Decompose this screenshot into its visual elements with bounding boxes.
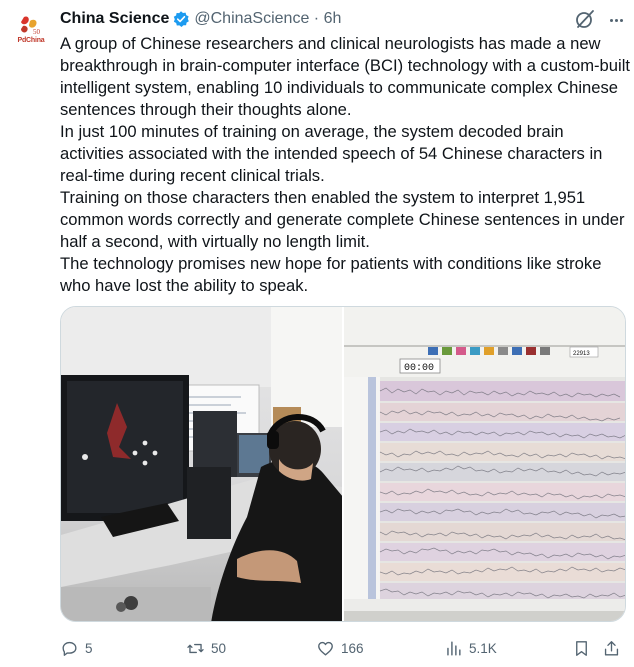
repost-count: 50 bbox=[211, 640, 227, 656]
bookmark-icon bbox=[576, 640, 587, 656]
author-name[interactable]: China Science bbox=[60, 10, 169, 28]
share-button[interactable] bbox=[602, 636, 621, 660]
repost-icon bbox=[187, 643, 204, 653]
action-bar: 5 50 166 5.1K bbox=[60, 636, 626, 660]
eeg-counter: 22913 bbox=[573, 351, 590, 357]
views-button[interactable]: 5.1K bbox=[444, 636, 497, 660]
repost-button[interactable]: 50 bbox=[186, 636, 226, 660]
tweet-paragraph: A group of Chinese researchers and clini… bbox=[60, 34, 630, 119]
tweet-paragraph: Training on those characters then enable… bbox=[60, 188, 625, 251]
timestamp[interactable]: 6h bbox=[324, 10, 342, 28]
tweet-text: A group of Chinese researchers and clini… bbox=[60, 33, 630, 297]
grok-icon[interactable] bbox=[574, 8, 596, 30]
more-icon[interactable] bbox=[606, 10, 626, 30]
reply-button[interactable]: 5 bbox=[60, 636, 93, 660]
avatar[interactable]: 50 PdChina bbox=[10, 8, 52, 50]
photo-eeg-screen-image: 00:00 22913 bbox=[344, 307, 625, 621]
media-grid[interactable]: 00:00 22913 bbox=[60, 306, 626, 622]
tweet-header: China Science @ChinaScience · 6h bbox=[60, 8, 341, 30]
like-count: 166 bbox=[341, 640, 364, 656]
avatar-text: PdChina bbox=[17, 37, 45, 44]
reply-count: 5 bbox=[85, 640, 93, 656]
like-icon bbox=[318, 641, 333, 656]
pdchina-logo-icon: 50 bbox=[21, 16, 41, 36]
photo-bci-lab-image bbox=[61, 307, 342, 621]
views-count: 5.1K bbox=[469, 640, 497, 656]
tweet-paragraph: In just 100 minutes of training on avera… bbox=[60, 122, 603, 185]
author-handle[interactable]: @ChinaScience bbox=[194, 10, 309, 28]
separator-dot: · bbox=[309, 10, 324, 27]
tweet-paragraph: The technology promises new hope for pat… bbox=[60, 254, 602, 295]
tweet[interactable]: 50 PdChina China Science @ChinaScience ·… bbox=[0, 0, 634, 667]
reply-icon bbox=[62, 641, 77, 656]
svg-text:50: 50 bbox=[33, 28, 41, 36]
share-icon bbox=[604, 640, 619, 656]
views-icon bbox=[447, 640, 461, 656]
verified-badge-icon bbox=[174, 11, 190, 28]
like-button[interactable]: 166 bbox=[316, 636, 364, 660]
eeg-timer: 00:00 bbox=[404, 363, 434, 374]
photo-bci-lab[interactable] bbox=[61, 307, 342, 621]
photo-eeg-screen[interactable]: 00:00 22913 bbox=[344, 307, 625, 621]
bookmark-button[interactable] bbox=[572, 636, 591, 660]
